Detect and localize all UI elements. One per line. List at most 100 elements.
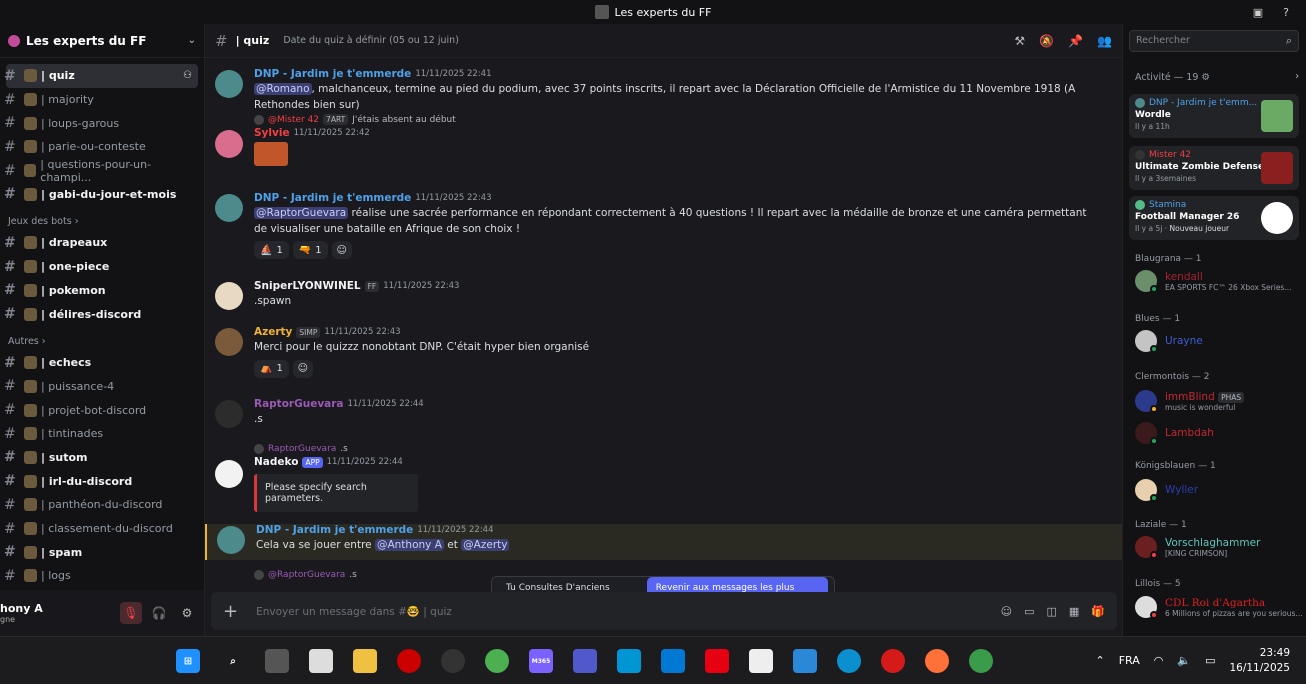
message-author[interactable]: DNP - Jardim je t'emmerde <box>254 68 411 80</box>
channel-gabi[interactable]: # | gabi-du-jour-et-mois <box>4 182 198 206</box>
activity-card[interactable]: DNP - Jardim je t'emm... Wordle Il y a 1… <box>1129 94 1299 138</box>
channel-puissance-4[interactable]: # | puissance-4 <box>4 375 198 399</box>
message-author[interactable]: Sylvie <box>254 127 290 139</box>
channel-one-piece[interactable]: # | one-piece <box>4 255 198 279</box>
message-author[interactable]: Azerty <box>254 326 292 338</box>
apps-icon[interactable]: ▦ <box>1069 605 1079 618</box>
search-icon[interactable]: ⌕ <box>221 649 245 673</box>
server-header[interactable]: Les experts du FF ⌄ <box>0 24 204 58</box>
search-input[interactable]: Rechercher ⌕ <box>1129 30 1299 52</box>
volume-icon[interactable]: 🔈 <box>1177 654 1191 667</box>
channel-majority[interactable]: # | majority <box>4 88 198 112</box>
mic-muted-icon[interactable]: 🎙 <box>120 602 142 624</box>
add-reaction-icon[interactable]: ☺ <box>292 359 313 378</box>
message-input[interactable]: Envoyer un message dans #🤓 | quiz <box>256 605 452 618</box>
m365-icon[interactable]: M365 <box>529 649 553 673</box>
teams-icon[interactable] <box>573 649 597 673</box>
message-author[interactable]: Nadeko <box>254 456 298 468</box>
firefox-icon[interactable] <box>925 649 949 673</box>
sticker-icon[interactable]: ◫ <box>1046 605 1056 618</box>
message-author[interactable]: DNP - Jardim je t'emmerde <box>254 192 411 204</box>
recorder-icon[interactable] <box>397 649 421 673</box>
language-indicator[interactable]: FRA <box>1119 654 1140 667</box>
headphones-icon[interactable]: 🎧 <box>148 602 170 624</box>
document-icon[interactable] <box>749 649 773 673</box>
member-item[interactable]: immBlind PHAS music is wonderful <box>1135 390 1305 413</box>
reaction[interactable]: ⛵ 1 <box>254 241 289 259</box>
member-item[interactable]: Vorschlaghammer [KING CRIMSON] <box>1135 536 1305 559</box>
add-member-icon[interactable]: ⚇ <box>183 70 192 81</box>
reaction[interactable]: ⛺ 1 <box>254 359 289 378</box>
threads-icon[interactable]: ⚒ <box>1014 34 1025 48</box>
reply-preview[interactable]: @Mister 42 7ART J'étais absent au début <box>254 114 1093 125</box>
user-mention[interactable]: @RaptorGuevara <box>254 207 349 219</box>
planet-app-icon[interactable] <box>969 649 993 673</box>
inbox-icon[interactable]: ▣ <box>1250 4 1266 20</box>
avatar[interactable] <box>215 460 243 488</box>
add-reaction-icon[interactable]: ☺ <box>331 241 352 259</box>
channel-parie-ou-conteste[interactable]: # | parie-ou-conteste <box>4 135 198 159</box>
avatar[interactable] <box>217 526 245 554</box>
member-item[interactable]: Wyller <box>1135 479 1305 502</box>
channel-classement[interactable]: # | classement-du-discord <box>4 517 198 541</box>
reaction[interactable]: 🔫 1 <box>292 241 328 259</box>
activity-header[interactable]: Activité — 19 ⚙ › <box>1135 71 1299 83</box>
channel-quiz[interactable]: # | quiz ⚇ <box>4 64 198 88</box>
avatar[interactable] <box>215 194 243 222</box>
gift-icon[interactable]: 🎁 <box>1091 605 1105 618</box>
edge-icon[interactable] <box>837 649 861 673</box>
category-jeux-des-bots[interactable]: Jeux des bots › <box>6 206 198 231</box>
channel-irl-du-discord[interactable]: # | irl-du-discord <box>4 469 198 493</box>
member-item[interactable]: Urayne <box>1135 330 1305 353</box>
reply-preview[interactable]: RaptorGuevara .s <box>254 444 1093 454</box>
chrome-icon[interactable] <box>485 649 509 673</box>
channel-pantheon[interactable]: # | panthéon-du-discord <box>4 493 198 517</box>
avatar[interactable] <box>215 70 243 98</box>
user-mention[interactable]: @Azerty <box>461 539 510 551</box>
notifications-muted-icon[interactable]: 🔕 <box>1039 34 1054 48</box>
ms-store-icon[interactable] <box>793 649 817 673</box>
channel-drapeaux[interactable]: # | drapeaux <box>4 231 198 255</box>
message-author[interactable]: DNP - Jardim je t'emmerde <box>256 524 413 536</box>
activity-card[interactable]: Stamina Football Manager 26 Il y a 5j · … <box>1129 196 1299 240</box>
message-author[interactable]: RaptorGuevara <box>254 398 344 410</box>
avatar[interactable] <box>215 400 243 428</box>
help-icon[interactable]: ? <box>1278 4 1294 20</box>
avatar[interactable] <box>215 328 243 356</box>
message-composer[interactable]: + Envoyer un message dans #🤓 | quiz ☺ ▭ … <box>211 592 1117 630</box>
file-explorer-icon[interactable] <box>353 649 377 673</box>
pin-icon[interactable]: 📌 <box>1068 34 1083 48</box>
chevron-up-icon[interactable]: ⌃ <box>1095 654 1104 667</box>
plus-icon[interactable]: + <box>223 601 238 622</box>
channel-logs[interactable]: # | logs <box>4 564 198 588</box>
member-list-icon[interactable]: 👥 <box>1097 34 1112 48</box>
channel-projet-bot-discord[interactable]: # | projet-bot-discord <box>4 398 198 422</box>
member-item[interactable]: kendall EA SPORTS FC™ 26 Xbox Series... <box>1135 270 1305 293</box>
channel-spam[interactable]: # | spam <box>4 540 198 564</box>
channel-topic[interactable]: Date du quiz à définir (05 ou 12 juin) <box>283 35 459 46</box>
emoji-picker-icon[interactable]: ☺ <box>1001 605 1012 618</box>
channel-sutom[interactable]: # | sutom <box>4 446 198 470</box>
opera-icon[interactable] <box>881 649 905 673</box>
battery-icon[interactable]: ▭ <box>1205 654 1215 667</box>
start-windows-icon[interactable]: ⊞ <box>176 649 200 673</box>
activity-card[interactable]: Mister 42 Ultimate Zombie Defense Il y a… <box>1129 146 1299 190</box>
wifi-icon[interactable]: ◠ <box>1154 654 1164 667</box>
category-autres[interactable]: Autres › <box>6 326 198 351</box>
message-author[interactable]: SniperLYONWINEL <box>254 280 361 292</box>
member-item[interactable]: CDL Roi d'Agartha 6 Millions of pizzas ar… <box>1135 596 1305 619</box>
emoji-image[interactable] <box>254 142 288 166</box>
user-mention[interactable]: @Romano <box>254 83 312 95</box>
hp-icon[interactable] <box>617 649 641 673</box>
clock[interactable]: 23:49 16/11/2025 <box>1229 646 1290 676</box>
channel-echecs[interactable]: # | echecs <box>4 351 198 375</box>
avatar[interactable] <box>215 282 243 310</box>
channel-loups-garous[interactable]: # | loups-garous <box>4 111 198 135</box>
settings-gear-icon[interactable]: ⚙ <box>176 602 198 624</box>
avatar[interactable] <box>215 130 243 158</box>
task-view-icon[interactable] <box>265 649 289 673</box>
outlook-icon[interactable] <box>661 649 685 673</box>
user-mention[interactable]: @Anthony A <box>374 539 444 551</box>
notepad-icon[interactable] <box>309 649 333 673</box>
tlc-icon[interactable] <box>705 649 729 673</box>
